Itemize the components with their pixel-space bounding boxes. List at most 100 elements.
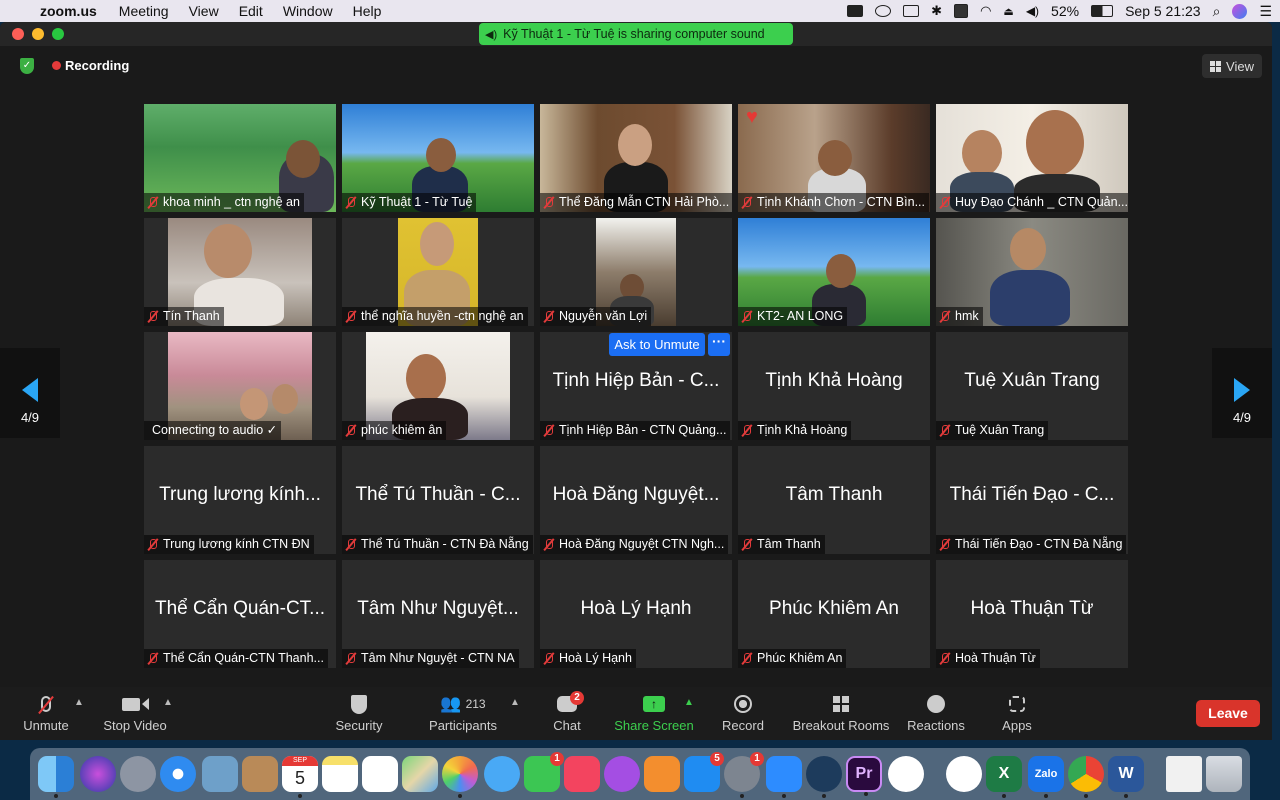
siri-icon[interactable] — [80, 756, 116, 792]
reminders-icon[interactable] — [362, 756, 398, 792]
view-button[interactable]: View — [1202, 54, 1262, 78]
video-tile[interactable]: KT2- AN LONG — [738, 218, 930, 326]
evernote2-icon[interactable] — [946, 756, 982, 792]
preview-icon[interactable] — [202, 756, 238, 792]
tile-more-options-button[interactable]: ··· — [708, 333, 730, 356]
maps-icon[interactable] — [402, 756, 438, 792]
video-tile[interactable]: Tín Thanh — [144, 218, 336, 326]
video-tile[interactable]: Tuệ Xuân Trang Tuệ Xuân Trang — [936, 332, 1128, 440]
video-tile[interactable]: ♥ Tịnh Khánh Chơn - CTN Bìn... — [738, 104, 930, 212]
menu-help[interactable]: Help — [353, 3, 382, 19]
reactions-button[interactable]: Reactions — [906, 693, 966, 733]
video-tile[interactable]: Tâm Như Nguyệt... Tâm Như Nguyệt - CTN N… — [342, 560, 534, 668]
video-tile[interactable]: hmk — [936, 218, 1128, 326]
contacts-icon[interactable] — [242, 756, 278, 792]
video-tile[interactable]: Hoà Đăng Nguyệt... Hoà Đăng Nguyệt CTN N… — [540, 446, 732, 554]
document-icon[interactable] — [1166, 756, 1202, 792]
participants-caret-icon[interactable]: ▲ — [510, 697, 520, 708]
creative-cloud-icon[interactable] — [875, 5, 892, 17]
video-tile[interactable]: Tịnh Khả Hoàng Tịnh Khả Hoàng — [738, 332, 930, 440]
zoom-window-button[interactable] — [52, 28, 64, 40]
menubar-clock[interactable]: Sep 5 21:23 — [1125, 3, 1201, 19]
video-tile[interactable]: Thể Tú Thuần - C... Thể Tú Thuần - CTN Đ… — [342, 446, 534, 554]
video-options-caret-icon[interactable]: ▲ — [163, 697, 173, 708]
quicktime-icon[interactable] — [806, 756, 842, 798]
ask-to-unmute-button[interactable]: Ask to Unmute — [609, 333, 705, 356]
finder-icon[interactable] — [38, 756, 74, 798]
evernote-icon[interactable] — [888, 756, 924, 792]
next-page-button[interactable]: 4/9 — [1212, 348, 1272, 438]
video-tile[interactable]: Huy Đạo Chánh _ CTN Quản... — [936, 104, 1128, 212]
airplay-icon[interactable] — [903, 5, 920, 17]
menu-edit[interactable]: Edit — [239, 3, 263, 19]
stop-video-button[interactable]: Stop Video — [102, 693, 168, 733]
premiere-icon[interactable]: Pr — [846, 756, 882, 796]
video-tile[interactable]: Nguyễn văn Lợi — [540, 218, 732, 326]
encryption-shield-icon[interactable]: ✓ — [20, 58, 34, 74]
menu-app-name[interactable]: zoom.us — [40, 3, 97, 19]
video-tile[interactable]: Thể Đăng Mẫn CTN Hải Phò... — [540, 104, 732, 212]
share-screen-button[interactable]: ↑ Share Screen — [614, 693, 694, 733]
control-center-icon[interactable]: ☰ — [1259, 3, 1272, 20]
books-icon[interactable] — [644, 756, 680, 792]
photos-icon[interactable] — [442, 756, 478, 798]
excel-icon[interactable]: X — [986, 756, 1022, 798]
chrome-icon[interactable] — [1068, 756, 1104, 798]
minimize-window-button[interactable] — [32, 28, 44, 40]
menu-window[interactable]: Window — [283, 3, 333, 19]
video-tile[interactable]: thể nghĩa huyền -ctn nghệ an — [342, 218, 534, 326]
video-tile[interactable]: Thái Tiến Đạo - C... Thái Tiến Đạo - CTN… — [936, 446, 1128, 554]
music-icon[interactable] — [564, 756, 600, 792]
messages-icon[interactable] — [484, 756, 520, 792]
safari-icon[interactable] — [160, 756, 196, 792]
chat-button[interactable]: Chat 2 — [548, 691, 586, 733]
recording-indicator[interactable]: Recording — [52, 58, 129, 73]
close-window-button[interactable] — [12, 28, 24, 40]
siri-menubar-icon[interactable] — [1232, 3, 1248, 19]
trash-icon[interactable] — [1206, 756, 1242, 792]
video-tile[interactable]: Thể Cẩn Quán-CT... Thể Cẩn Quán-CTN Than… — [144, 560, 336, 668]
video-tile[interactable]: Hoà Lý Hạnh Hoà Lý Hạnh — [540, 560, 732, 668]
vietnamese-input-icon[interactable] — [954, 4, 969, 18]
breakout-rooms-button[interactable]: Breakout Rooms — [792, 693, 890, 733]
participants-button[interactable]: 👥 213 Participants — [428, 693, 498, 733]
video-tile[interactable]: Phúc Khiêm An Phúc Khiêm An — [738, 560, 930, 668]
battery-icon[interactable] — [1091, 5, 1114, 17]
calendar-icon[interactable]: SEP 5 — [282, 756, 318, 798]
eject-icon[interactable]: ⏏ — [1003, 5, 1013, 18]
unmute-button[interactable]: Unmute — [22, 693, 70, 733]
notes-icon[interactable] — [322, 756, 358, 792]
video-tile[interactable]: Tâm Thanh Tâm Thanh — [738, 446, 930, 554]
share-options-caret-icon[interactable]: ▲ — [684, 697, 694, 708]
record-button[interactable]: Record — [720, 693, 766, 733]
video-tile[interactable]: Kỹ Thuật 1 - Từ Tuệ — [342, 104, 534, 212]
video-tile[interactable]: Trung lương kính... Trung lương kính CTN… — [144, 446, 336, 554]
unmute-label: Unmute — [23, 718, 69, 733]
zoom-status-icon[interactable] — [847, 5, 864, 17]
video-tile[interactable]: Hoà Thuận Từ Hoà Thuận Từ — [936, 560, 1128, 668]
bluetooth-icon[interactable]: ✱ — [931, 3, 942, 19]
menu-meeting[interactable]: Meeting — [119, 3, 169, 19]
sharing-sound-banner[interactable]: ◀) Kỹ Thuật 1 - Từ Tuệ is sharing comput… — [479, 23, 793, 45]
facetime-icon[interactable]: 1 — [524, 752, 564, 792]
volume-icon[interactable]: ◀) — [1026, 4, 1039, 18]
zoom-icon[interactable] — [766, 756, 802, 798]
menu-view[interactable]: View — [189, 3, 219, 19]
appstore-icon[interactable]: 5 — [684, 752, 724, 792]
leave-button[interactable]: Leave — [1196, 700, 1260, 727]
wifi-icon[interactable]: ◠ — [980, 3, 991, 19]
video-tile[interactable]: khoa minh _ ctn nghệ an — [144, 104, 336, 212]
security-button[interactable]: Security — [334, 693, 384, 733]
previous-page-button[interactable]: 4/9 — [0, 348, 60, 438]
video-tile[interactable]: phúc khiêm ân — [342, 332, 534, 440]
podcasts-icon[interactable] — [604, 756, 640, 792]
audio-options-caret-icon[interactable]: ▲ — [74, 697, 84, 708]
zalo-icon[interactable]: Zalo — [1028, 756, 1064, 798]
settings-icon[interactable]: 1 — [724, 752, 764, 798]
apps-button[interactable]: Apps — [1000, 693, 1034, 733]
facetime-badge: 1 — [550, 752, 564, 766]
spotlight-search-icon[interactable]: ⌕ — [1213, 3, 1221, 20]
word-icon[interactable]: W — [1108, 756, 1144, 798]
launchpad-icon[interactable] — [120, 756, 156, 792]
video-tile[interactable]: Connecting to audio ✓ — [144, 332, 336, 440]
